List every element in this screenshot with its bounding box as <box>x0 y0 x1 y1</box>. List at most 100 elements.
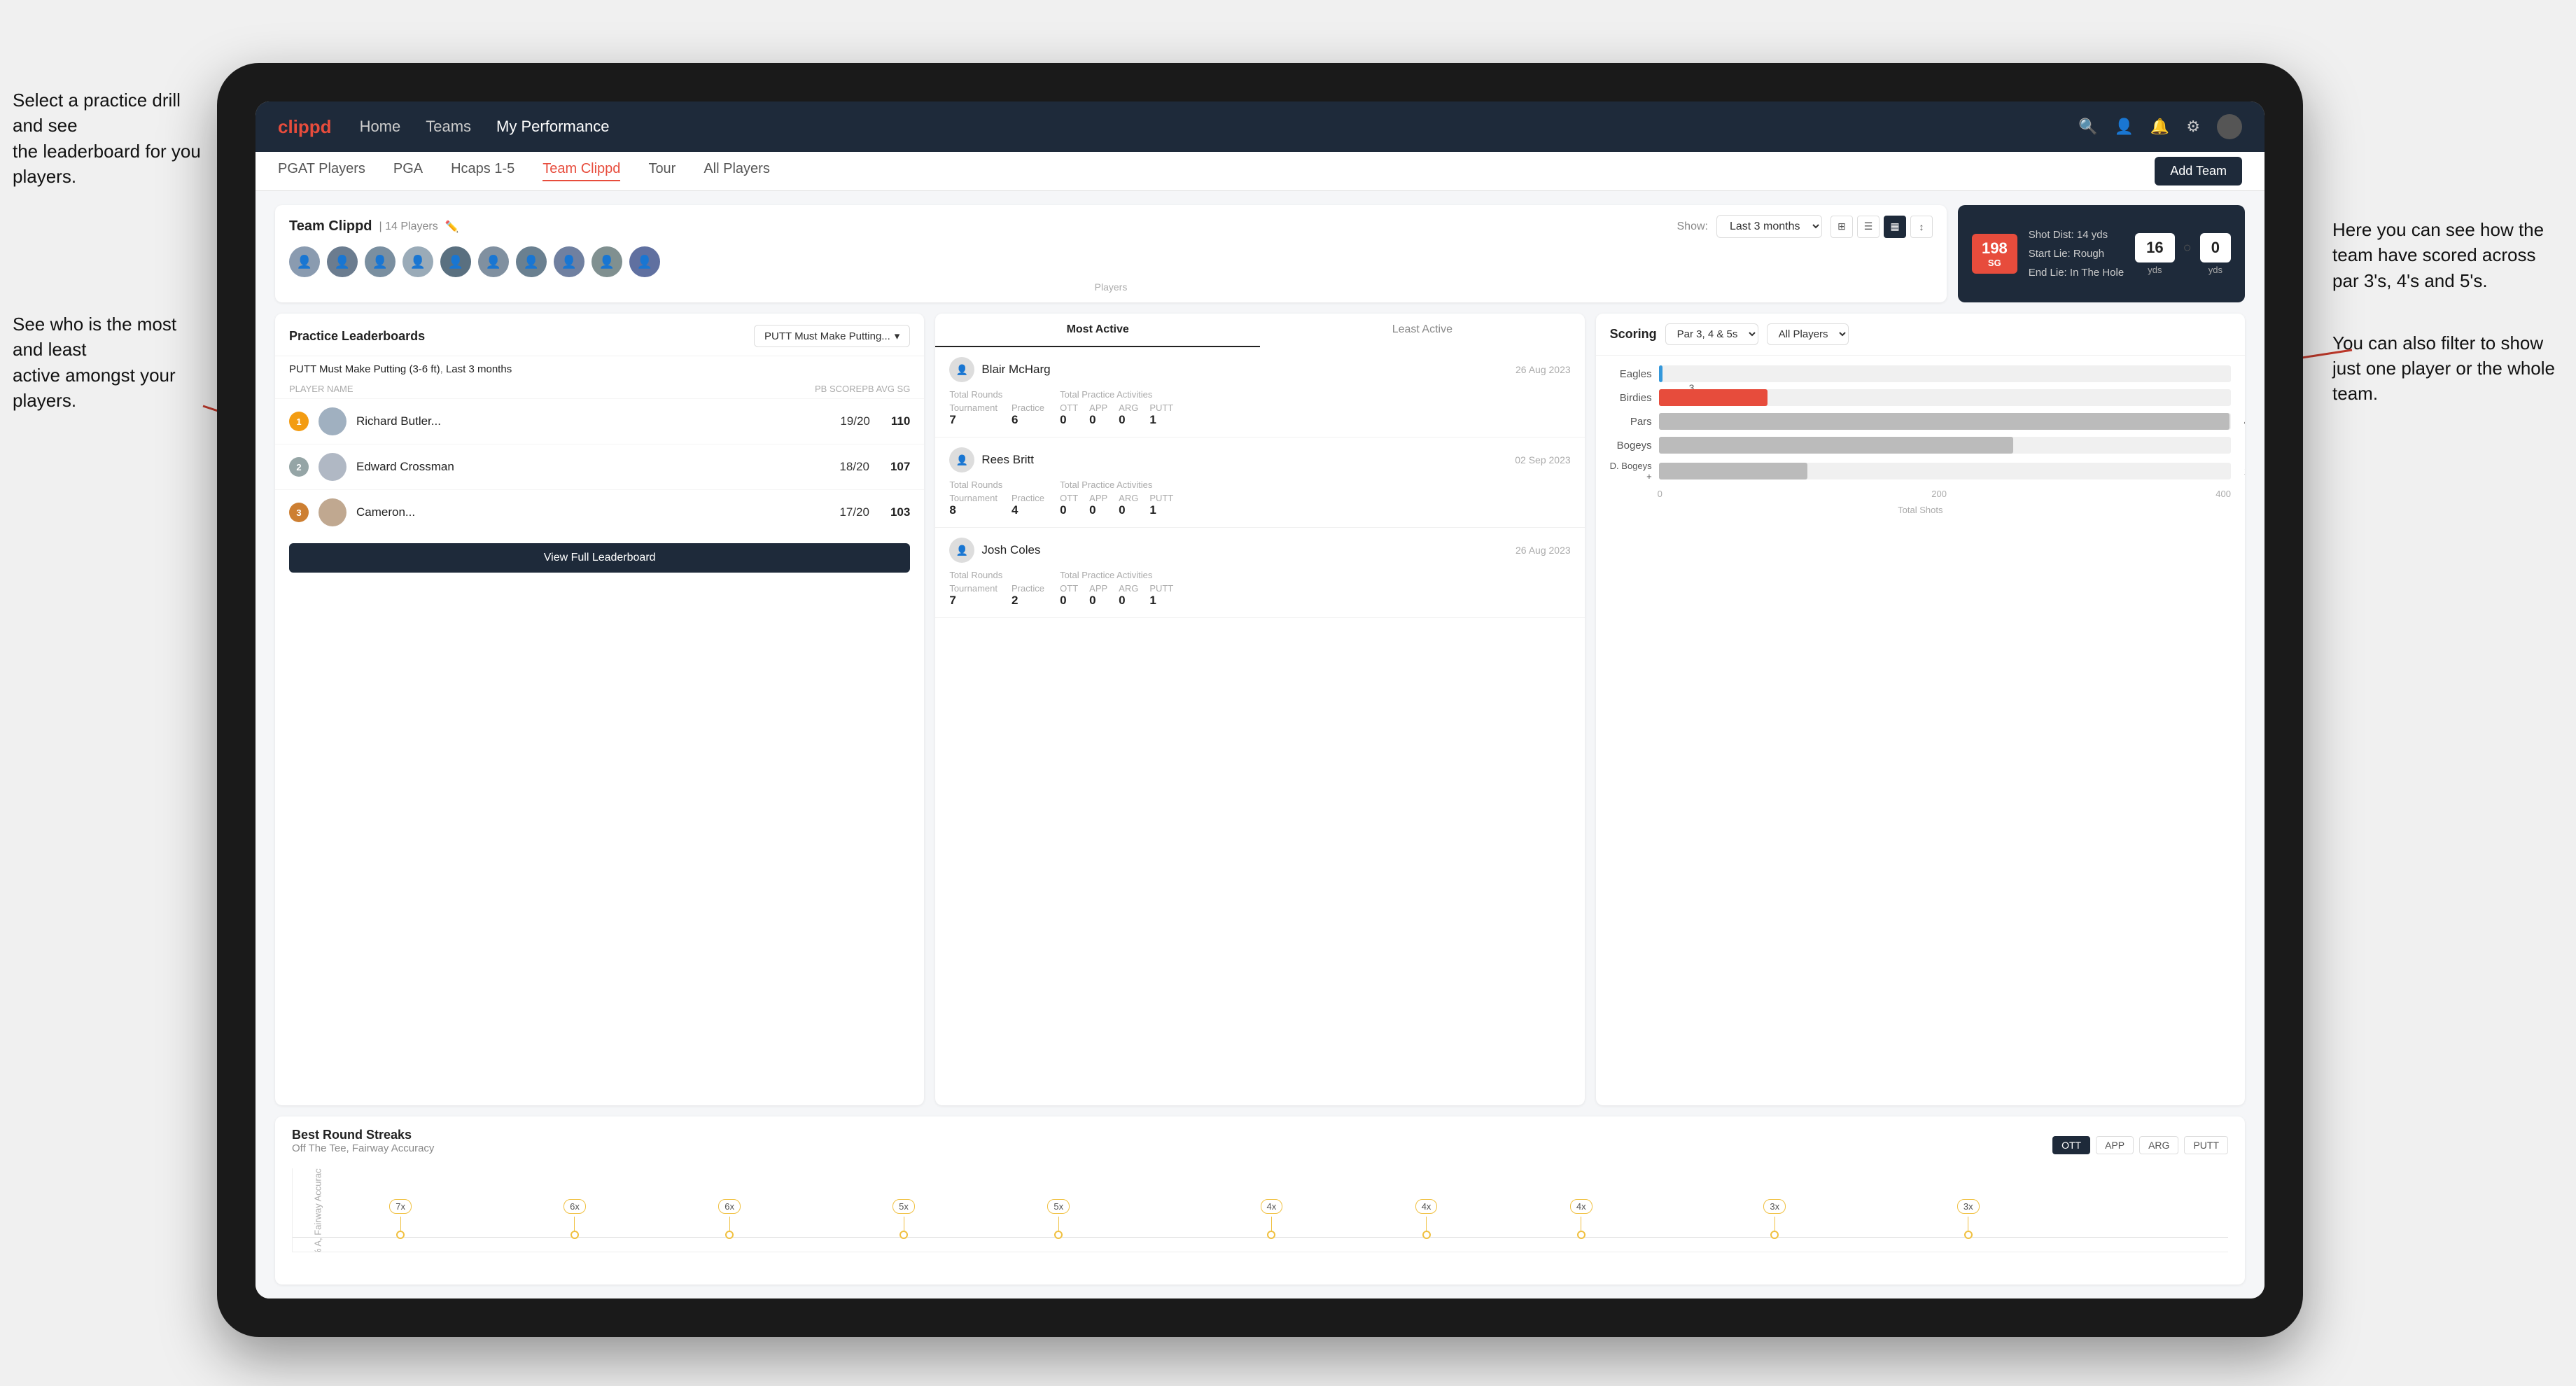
add-team-button[interactable]: Add Team <box>2155 157 2242 186</box>
pill-putt[interactable]: PUTT <box>2184 1136 2228 1154</box>
tab-tour[interactable]: Tour <box>648 161 676 181</box>
people-icon[interactable]: 👤 <box>2114 118 2133 136</box>
pa-avatar-1[interactable]: 👤 <box>949 357 974 382</box>
timeline-dot-1: 7x <box>389 1199 412 1239</box>
par-filter-dropdown[interactable]: Par 3, 4 & 5s <box>1665 323 1758 345</box>
lb-row-3[interactable]: 3 Cameron... 17/20 103 <box>275 489 924 535</box>
tab-most-active[interactable]: Most Active <box>935 314 1260 347</box>
player-avatar-9[interactable]: 👤 <box>592 246 622 277</box>
pars-value: 499 <box>2244 416 2245 427</box>
player-avatar-3[interactable]: 👤 <box>365 246 396 277</box>
player-avatar-4[interactable]: 👤 <box>402 246 433 277</box>
pill-arg[interactable]: ARG <box>2139 1136 2178 1154</box>
pa-avatar-2[interactable]: 👤 <box>949 447 974 472</box>
view-list-icon[interactable]: ☰ <box>1857 216 1879 238</box>
settings-icon[interactable]: ⚙ <box>2186 118 2200 136</box>
bell-icon[interactable]: 🔔 <box>2150 118 2169 136</box>
birdies-bar-wrap: 96 <box>1659 389 2231 406</box>
tab-team-clippd[interactable]: Team Clippd <box>542 161 620 181</box>
timeline-dot-9: 3x <box>1763 1199 1786 1239</box>
search-icon[interactable]: 🔍 <box>2078 118 2097 136</box>
player-avatar-1[interactable]: 👤 <box>289 246 320 277</box>
nav-teams[interactable]: Teams <box>426 118 471 136</box>
pars-label: Pars <box>1610 416 1652 428</box>
subnav-tabs: PGAT Players PGA Hcaps 1-5 Team Clippd T… <box>278 161 770 181</box>
tab-all-players[interactable]: All Players <box>704 161 769 181</box>
lb-avatar-1 <box>318 407 346 435</box>
pill-app[interactable]: APP <box>2096 1136 2134 1154</box>
nav-links: Home Teams My Performance <box>360 118 2050 136</box>
leaderboard-subtitle: PUTT Must Make Putting (3-6 ft), Last 3 … <box>275 356 924 379</box>
view-card-icon[interactable]: ▦ <box>1884 216 1906 238</box>
annotation-left2: See who is the most and least active amo… <box>13 312 209 414</box>
show-period-dropdown[interactable]: Last 3 months <box>1716 215 1822 238</box>
view-grid-icon[interactable]: ⊞ <box>1830 216 1853 238</box>
player-avatar-2[interactable]: 👤 <box>327 246 358 277</box>
lower-grid: Practice Leaderboards PUTT Must Make Put… <box>275 314 2245 1105</box>
player-avatar-6[interactable]: 👤 <box>478 246 509 277</box>
chart-row-birdies: Birdies 96 <box>1610 389 2231 406</box>
nav-my-performance[interactable]: My Performance <box>496 118 609 136</box>
player-avatar-5[interactable]: 👤 <box>440 246 471 277</box>
user-avatar[interactable] <box>2217 114 2242 139</box>
lb-row-2[interactable]: 2 Edward Crossman 18/20 107 <box>275 444 924 489</box>
tab-least-active[interactable]: Least Active <box>1260 314 1585 347</box>
streaks-header: Best Round Streaks Off The Tee, Fairway … <box>292 1128 2228 1163</box>
lb-score-2: 18/20 <box>839 460 869 474</box>
bogeys-label: Bogeys <box>1610 440 1652 451</box>
most-active-card: Most Active Least Active 👤 Blair McHarg … <box>935 314 1584 1105</box>
nav-icons: 🔍 👤 🔔 ⚙ <box>2078 114 2242 139</box>
pa-stats-2: Total Rounds Tournament 8 Practice 4 <box>949 479 1570 517</box>
pa-date-2: 02 Sep 2023 <box>1515 454 1570 465</box>
pa-stats-3: Total Rounds Tournament 7 Practice 2 <box>949 570 1570 608</box>
app-logo: clippd <box>278 116 332 138</box>
best-round-streaks-card: Best Round Streaks Off The Tee, Fairway … <box>275 1116 2245 1284</box>
shot-yds: 16 yds ○ 0 yds <box>2135 233 2231 275</box>
tab-pgat-players[interactable]: PGAT Players <box>278 161 365 181</box>
view-sort-icon[interactable]: ↕ <box>1910 216 1933 238</box>
tab-hcaps[interactable]: Hcaps 1-5 <box>451 161 514 181</box>
leaderboard-header: Practice Leaderboards PUTT Must Make Put… <box>275 314 924 356</box>
activity-tabs: Most Active Least Active <box>935 314 1584 347</box>
player-avatar-10[interactable]: 👤 <box>629 246 660 277</box>
player-avatar-7[interactable]: 👤 <box>516 246 547 277</box>
edit-team-icon[interactable]: ✏️ <box>445 220 459 234</box>
tablet-frame: clippd Home Teams My Performance 🔍 👤 🔔 ⚙… <box>217 63 2303 1337</box>
dbogeys-bar <box>1659 463 1808 479</box>
lb-row-1[interactable]: 1 Richard Butler... 19/20 110 <box>275 398 924 444</box>
nav-home[interactable]: Home <box>360 118 401 136</box>
tab-pga[interactable]: PGA <box>393 161 423 181</box>
annotation-left1: Select a practice drill and see the lead… <box>13 88 209 190</box>
yds-right-value: 0 <box>2200 233 2231 262</box>
pa-name-3: Josh Coles <box>981 543 1508 557</box>
scoring-title: Scoring <box>1610 327 1657 342</box>
view-leaderboard-button[interactable]: View Full Leaderboard <box>289 543 910 573</box>
players-filter-dropdown[interactable]: All Players <box>1767 323 1849 345</box>
team-count: | 14 Players <box>379 220 438 233</box>
lb-score-1: 19/20 <box>840 414 870 428</box>
total-shots-label: Total Shots <box>1610 505 2231 515</box>
chart-row-bogeys: Bogeys 311 <box>1610 437 2231 454</box>
streaks-title: Best Round Streaks <box>292 1128 434 1142</box>
lb-avg-3: 103 <box>890 505 910 519</box>
player-avatar-8[interactable]: 👤 <box>554 246 584 277</box>
pa-avatar-3[interactable]: 👤 <box>949 538 974 563</box>
drill-dropdown[interactable]: PUTT Must Make Putting... ▾ <box>754 325 910 347</box>
pa-date-3: 26 Aug 2023 <box>1516 545 1571 556</box>
shot-info: Shot Dist: 14 yds Start Lie: Rough End L… <box>2029 225 2124 282</box>
timeline-dot-5: 5x <box>1047 1199 1070 1239</box>
connector-circle: ○ <box>2183 233 2192 275</box>
subnav: PGAT Players PGA Hcaps 1-5 Team Clippd T… <box>255 152 2264 191</box>
dbogeys-value: 131 <box>2244 465 2245 477</box>
pa-name-2: Rees Britt <box>981 453 1508 467</box>
eagles-bar-wrap: 3 <box>1659 365 2231 382</box>
lb-rank-2: 2 <box>289 457 309 477</box>
lb-name-2: Edward Crossman <box>356 460 830 474</box>
dbogeys-label: D. Bogeys + <box>1610 461 1652 482</box>
scoring-header: Scoring Par 3, 4 & 5s All Players <box>1596 314 2245 356</box>
pill-ott[interactable]: OTT <box>2052 1136 2090 1154</box>
navbar: clippd Home Teams My Performance 🔍 👤 🔔 ⚙ <box>255 102 2264 152</box>
practice-leaderboard-card: Practice Leaderboards PUTT Must Make Put… <box>275 314 924 1105</box>
chart-x-labels: 0 200 400 <box>1610 489 2231 499</box>
chart-row-pars: Pars 499 <box>1610 413 2231 430</box>
